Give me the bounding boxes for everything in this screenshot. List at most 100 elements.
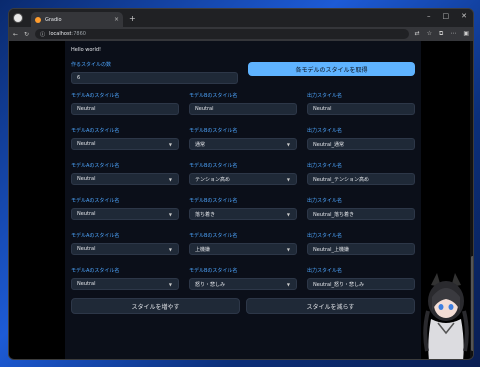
model-a-style-label: モデルAのスタイル名 — [71, 233, 120, 239]
model-a-style-value: Neutral — [77, 176, 96, 182]
scrollbar[interactable] — [470, 41, 473, 359]
output-style-input[interactable]: Neutral_怒り・悲しみ — [307, 278, 415, 290]
minimize-icon[interactable]: – — [427, 12, 431, 20]
style-row: モデルAのスタイル名 Neutral ▼ モデルBのスタイル名 怒り・悲しみ ▼ 出力スタイ… — [71, 267, 415, 290]
output-column: 出力スタイル名 Neutral_上機嫌 — [307, 232, 415, 255]
bottom-buttons: スタイルを増やす スタイルを減らす — [71, 298, 415, 314]
model-b-style-value: 怒り・悲しみ — [195, 281, 226, 288]
menu-icon[interactable]: ⋯ — [450, 30, 456, 38]
output-column: 出力スタイル名 Neutral_テンション高め — [307, 162, 415, 185]
model-b-style-input[interactable]: Neutral — [189, 103, 297, 115]
decrease-styles-button[interactable]: スタイルを減らす — [246, 298, 415, 314]
model-a-column: モデルAのスタイル名 Neutral ▼ — [71, 127, 179, 150]
output-style-input[interactable]: Neutral_テンション高め — [307, 173, 415, 185]
model-a-style-value: Neutral — [77, 211, 96, 217]
bookmark-star-icon[interactable]: ☆ — [427, 30, 432, 38]
tab-gradio[interactable]: Gradio × — [31, 12, 123, 27]
url-host: localhost — [49, 31, 72, 37]
output-style-label: 出力スタイル名 — [307, 268, 343, 274]
style-row: モデルAのスタイル名 Neutral ▼ モデルBのスタイル名上機嫌 ▼ 出力スタイル名 N… — [71, 232, 415, 255]
chevron-down-icon[interactable]: ▼ — [169, 142, 172, 147]
model-a-style-dropdown[interactable]: Neutral ▼ — [71, 173, 179, 185]
model-a-style-label: モデルAのスタイル名 — [71, 163, 120, 169]
model-a-column: モデルAのスタイル名 Neutral ▼ — [71, 267, 179, 290]
model-b-column: モデルBのスタイル名 怒り・悲しみ ▼ — [189, 267, 297, 290]
model-a-style-value: Neutral — [77, 141, 96, 147]
model-a-style-dropdown[interactable]: Neutral ▼ — [71, 243, 179, 255]
model-a-style-dropdown[interactable]: Neutral ▼ — [71, 138, 179, 150]
reload-icon[interactable]: ↻ — [24, 31, 29, 38]
close-window-icon[interactable]: ✕ — [461, 12, 467, 20]
toolbar-actions: ⇄ ☆ ⧉ ⋯ ▣ — [415, 30, 469, 38]
style-count-input[interactable]: 6 — [71, 72, 238, 84]
model-b-style-dropdown[interactable]: 通常 ▼ — [189, 138, 297, 150]
scroll-thumb[interactable] — [471, 256, 473, 351]
model-b-style-label: モデルBのスタイル名 — [189, 198, 238, 204]
model-b-style-dropdown[interactable]: 落ち着き ▼ — [189, 208, 297, 220]
model-b-style-value: テンション高め — [195, 176, 231, 183]
output-column: 出力スタイル名 Neutral_怒り・悲しみ — [307, 267, 415, 290]
model-a-style-input[interactable]: Neutral — [71, 103, 179, 115]
model-b-style-value: 通常 — [195, 141, 206, 148]
chevron-down-icon[interactable]: ▼ — [169, 282, 172, 287]
model-b-style-dropdown[interactable]: 上機嫌 ▼ — [189, 243, 297, 255]
model-a-style-dropdown[interactable]: Neutral ▼ — [71, 278, 179, 290]
gradio-app: Hello world! 作るスタイルの数 6 各モデルのスタイルを取得 モデル… — [65, 41, 421, 359]
anime-mascot-image — [423, 273, 469, 359]
output-style-value: Neutral_上機嫌 — [313, 246, 349, 253]
model-b-style-value: 上機嫌 — [195, 246, 211, 253]
tab-title: Gradio — [45, 16, 62, 23]
model-b-style-dropdown[interactable]: テンション高め ▼ — [189, 173, 297, 185]
tab-close-icon[interactable]: × — [114, 16, 119, 23]
model-b-column: モデルBのスタイル名通常 ▼ — [189, 127, 297, 150]
maximize-icon[interactable]: □ — [443, 12, 450, 20]
chevron-down-icon[interactable]: ▼ — [169, 177, 172, 182]
page-viewport: Hello world! 作るスタイルの数 6 各モデルのスタイルを取得 モデル… — [9, 41, 473, 359]
increase-styles-button[interactable]: スタイルを増やす — [71, 298, 240, 314]
output-column: 出力スタイル名 Neutral_通常 — [307, 127, 415, 150]
url-port: :7860 — [71, 31, 86, 37]
chevron-down-icon[interactable]: ▼ — [287, 282, 290, 287]
chevron-down-icon[interactable]: ▼ — [169, 212, 172, 217]
model-a-column: モデルAのスタイル名 Neutral ▼ — [71, 197, 179, 220]
extensions-icon[interactable]: ⧉ — [439, 30, 443, 38]
model-b-style-label: モデルBのスタイル名 — [189, 233, 238, 239]
model-a-style-value: Neutral — [77, 281, 96, 287]
window-controls: – □ ✕ — [427, 12, 467, 20]
model-a-style-value: Neutral — [77, 106, 96, 112]
style-count-label: 作るスタイルの数 — [71, 62, 112, 68]
model-b-style-value: Neutral — [195, 106, 214, 112]
site-info-icon[interactable]: ⓘ — [40, 31, 45, 38]
profile-avatar[interactable] — [13, 13, 23, 23]
style-count-block: 作るスタイルの数 6 — [71, 61, 238, 84]
model-a-style-label: モデルAのスタイル名 — [71, 128, 120, 134]
model-b-style-dropdown[interactable]: 怒り・悲しみ ▼ — [189, 278, 297, 290]
output-column: 出力スタイル名 Neutral — [307, 92, 415, 115]
output-style-input[interactable]: Neutral_通常 — [307, 138, 415, 150]
browser-window: Gradio × + – □ ✕ ← ↻ ⓘ localhost:7860 ⇄ … — [8, 8, 474, 360]
address-bar[interactable]: ⓘ localhost:7860 — [35, 29, 409, 39]
output-style-input[interactable]: Neutral_落ち着き — [307, 208, 415, 220]
new-tab-icon[interactable]: + — [129, 14, 136, 23]
chevron-down-icon[interactable]: ▼ — [169, 247, 172, 252]
output-style-input[interactable]: Neutral — [307, 103, 415, 115]
chevron-down-icon[interactable]: ▼ — [287, 247, 290, 252]
chevron-down-icon[interactable]: ▼ — [287, 142, 290, 147]
sidebar-icon[interactable]: ▣ — [463, 30, 469, 38]
fetch-styles-button[interactable]: 各モデルのスタイルを取得 — [248, 62, 415, 76]
model-b-style-value: 落ち着き — [195, 211, 216, 218]
output-style-label: 出力スタイル名 — [307, 198, 343, 204]
model-b-style-label: モデルBのスタイル名 — [189, 128, 238, 134]
model-a-style-dropdown[interactable]: Neutral ▼ — [71, 208, 179, 220]
back-icon[interactable]: ← — [13, 31, 18, 38]
browser-toolbar: ← ↻ ⓘ localhost:7860 ⇄ ☆ ⧉ ⋯ ▣ — [9, 27, 473, 41]
chevron-down-icon[interactable]: ▼ — [287, 212, 290, 217]
output-style-input[interactable]: Neutral_上機嫌 — [307, 243, 415, 255]
output-style-value: Neutral_テンション高め — [313, 176, 369, 183]
translate-icon[interactable]: ⇄ — [415, 30, 420, 38]
gradio-favicon-icon — [35, 16, 41, 23]
style-row: モデルAのスタイル名 Neutral ▼ モデルBのスタイル名 テンション高め ▼ 出力スタ… — [71, 162, 415, 185]
style-rows: モデルAのスタイル名 Neutral モデルBのスタイル名 Neutral 出力スタイル… — [71, 92, 415, 290]
model-b-column: モデルBのスタイル名 テンション高め ▼ — [189, 162, 297, 185]
chevron-down-icon[interactable]: ▼ — [287, 177, 290, 182]
